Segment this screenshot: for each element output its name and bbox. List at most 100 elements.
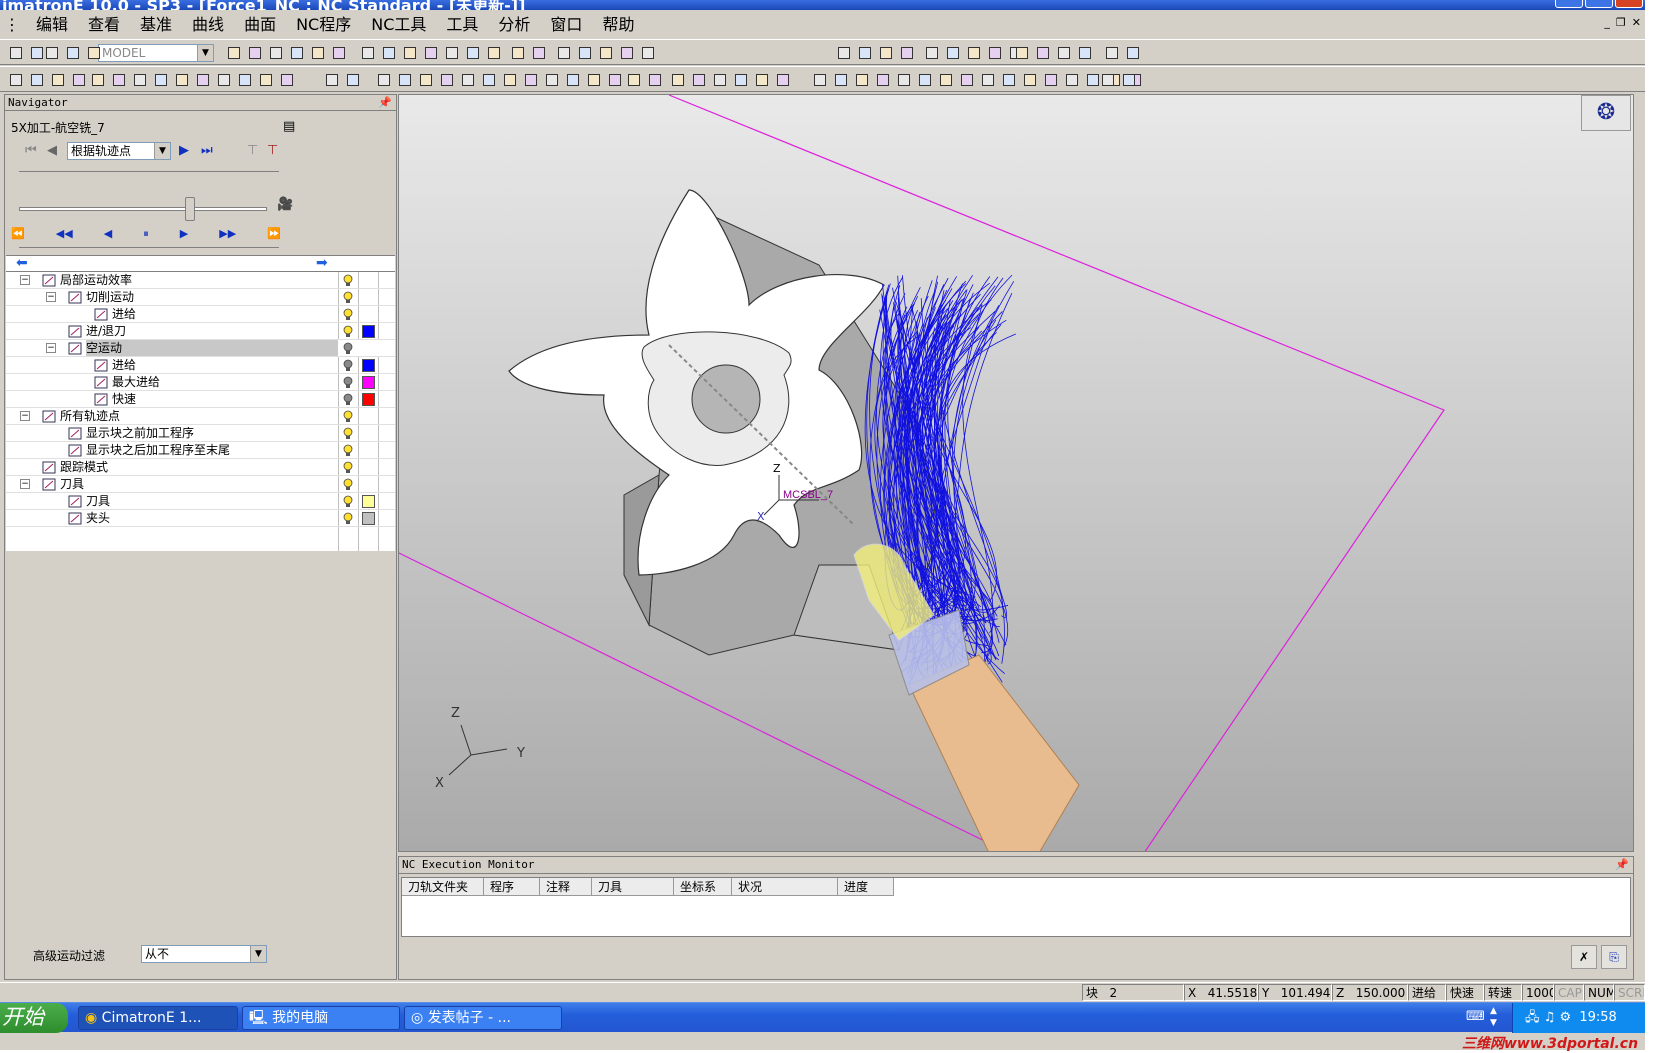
toolbar2-9-icon[interactable]	[195, 72, 211, 88]
menu-analysis[interactable]: 分析	[488, 13, 540, 37]
toolbar1-12-icon[interactable]	[381, 45, 397, 61]
menu-view[interactable]: 查看	[78, 13, 130, 37]
toolbar2-0-icon[interactable]	[8, 72, 24, 88]
toolbar2-43-icon[interactable]	[959, 72, 975, 88]
visibility-bulb-icon[interactable]	[343, 393, 353, 406]
toolbar1-21-icon[interactable]	[577, 45, 593, 61]
toolbar1-25-icon[interactable]	[836, 45, 852, 61]
toolbar2-32-icon[interactable]	[712, 72, 728, 88]
next-step-icon[interactable]: ▶	[179, 143, 189, 158]
visibility-bulb-icon[interactable]	[343, 512, 353, 525]
toolbar1-0-icon[interactable]	[8, 45, 24, 61]
start-button[interactable]: 开始	[0, 1003, 68, 1033]
tool-forward-icon[interactable]: ⊤	[267, 143, 278, 158]
visibility-bulb-icon[interactable]	[343, 410, 353, 423]
menu-window[interactable]: 窗口	[540, 13, 592, 37]
toolbar1-14-icon[interactable]	[423, 45, 439, 61]
visibility-bulb-icon[interactable]	[343, 325, 353, 338]
toolbar2-1-icon[interactable]	[29, 72, 45, 88]
toolbar2-47-icon[interactable]	[1043, 72, 1059, 88]
rewind-icon[interactable]: ◀◀	[56, 227, 73, 241]
toolbar1-24-icon[interactable]	[640, 45, 656, 61]
collapse-toggle[interactable]: −	[46, 343, 56, 353]
toolbar1-31-icon[interactable]	[966, 45, 982, 61]
task-browser[interactable]: ◎ 发表帖子 - ...	[404, 1006, 562, 1030]
play-icon[interactable]: ▶	[180, 227, 188, 241]
toolbar1-20-icon[interactable]	[556, 45, 572, 61]
toolbar1-36-icon[interactable]	[1056, 45, 1072, 61]
toolbar2-6-icon[interactable]	[132, 72, 148, 88]
maximize-button[interactable]	[1585, 0, 1613, 8]
pin-icon[interactable]: 📌	[378, 95, 392, 110]
mdi-minimize-button[interactable]: _	[1604, 16, 1610, 29]
toolbar2-17-icon[interactable]	[397, 72, 413, 88]
toolbar2-15-icon[interactable]	[345, 72, 361, 88]
toolbar2-35-icon[interactable]	[775, 72, 791, 88]
color-swatch[interactable]	[362, 495, 375, 508]
color-swatch[interactable]	[362, 393, 375, 406]
toolbar1-32-icon[interactable]	[987, 45, 1003, 61]
color-swatch[interactable]	[362, 325, 375, 338]
toolbar2-52-icon[interactable]	[1100, 72, 1116, 88]
toolbar2-10-icon[interactable]	[216, 72, 232, 88]
nc-column-header[interactable]: 状况	[732, 878, 838, 896]
visibility-bulb-icon[interactable]	[343, 495, 353, 508]
toolbar2-2-icon[interactable]	[50, 72, 66, 88]
toolbar1-13-icon[interactable]	[402, 45, 418, 61]
menu-curve[interactable]: 曲线	[182, 13, 234, 37]
nc-column-header[interactable]: 进度	[838, 878, 894, 896]
tree-row[interactable]: 进给	[6, 306, 395, 323]
toolbar1-27-icon[interactable]	[878, 45, 894, 61]
toolbar2-37-icon[interactable]	[833, 72, 849, 88]
step-mode-combo[interactable]: 根据轨迹点 ▼	[67, 142, 171, 160]
toolbar1-23-icon[interactable]	[619, 45, 635, 61]
procedure-icon[interactable]: ▤	[283, 119, 295, 134]
minimize-button[interactable]	[1555, 0, 1583, 8]
toolbar1-34-icon[interactable]	[1014, 45, 1030, 61]
task-cimatron[interactable]: ◉ CimatronE 1...	[78, 1006, 238, 1030]
color-swatch[interactable]	[362, 512, 375, 525]
menu-nc-program[interactable]: NC程序	[286, 13, 361, 37]
toolbar2-16-icon[interactable]	[376, 72, 392, 88]
toolbar2-29-icon[interactable]	[647, 72, 663, 88]
toolbar2-25-icon[interactable]	[565, 72, 581, 88]
toolbar2-27-icon[interactable]	[607, 72, 623, 88]
toolbar1-22-icon[interactable]	[598, 45, 614, 61]
toolbar2-30-icon[interactable]	[670, 72, 686, 88]
tree-row[interactable]: 进给	[6, 357, 395, 374]
toolbar1-39-icon[interactable]	[1125, 45, 1141, 61]
model-combo[interactable]: MODEL ▼	[98, 44, 214, 62]
toolbar2-21-icon[interactable]	[481, 72, 497, 88]
toolbar2-36-icon[interactable]	[812, 72, 828, 88]
visibility-bulb-icon[interactable]	[343, 308, 353, 321]
toolbar1-4-icon[interactable]	[86, 45, 102, 61]
toolbar2-33-icon[interactable]	[733, 72, 749, 88]
nc-column-header[interactable]: 坐标系	[674, 878, 732, 896]
close-button[interactable]	[1615, 0, 1643, 8]
toolbar2-12-icon[interactable]	[258, 72, 274, 88]
toolbar1-26-icon[interactable]	[857, 45, 873, 61]
toolbar1-8-icon[interactable]	[289, 45, 305, 61]
visibility-bulb-icon[interactable]	[343, 427, 353, 440]
toolbar1-7-icon[interactable]	[268, 45, 284, 61]
tree-row[interactable]: − 切削运动	[6, 289, 395, 306]
toolbar1-35-icon[interactable]	[1035, 45, 1051, 61]
toolbar1-1-icon[interactable]	[29, 45, 45, 61]
playback-slider-thumb[interactable]	[185, 197, 195, 221]
collapse-toggle[interactable]: −	[20, 411, 30, 421]
toolbar1-9-icon[interactable]	[310, 45, 326, 61]
toolbar2-38-icon[interactable]	[854, 72, 870, 88]
tree-row[interactable]: − 空运动	[6, 340, 395, 357]
tree-row[interactable]: − 刀具	[6, 476, 395, 493]
toolbar1-17-icon[interactable]	[486, 45, 502, 61]
camera-icon[interactable]: 🎥	[277, 197, 293, 212]
pin-icon[interactable]: 📌	[1615, 857, 1629, 873]
tree-row[interactable]: 夹头	[6, 510, 395, 527]
color-swatch[interactable]	[362, 376, 375, 389]
filter-combo[interactable]: 从不 ▼	[141, 945, 267, 963]
toolbar1-2-icon[interactable]	[44, 45, 60, 61]
visibility-bulb-icon[interactable]	[343, 359, 353, 372]
toolbar2-14-icon[interactable]	[324, 72, 340, 88]
toolbar1-15-icon[interactable]	[444, 45, 460, 61]
visibility-bulb-icon[interactable]	[343, 478, 353, 491]
